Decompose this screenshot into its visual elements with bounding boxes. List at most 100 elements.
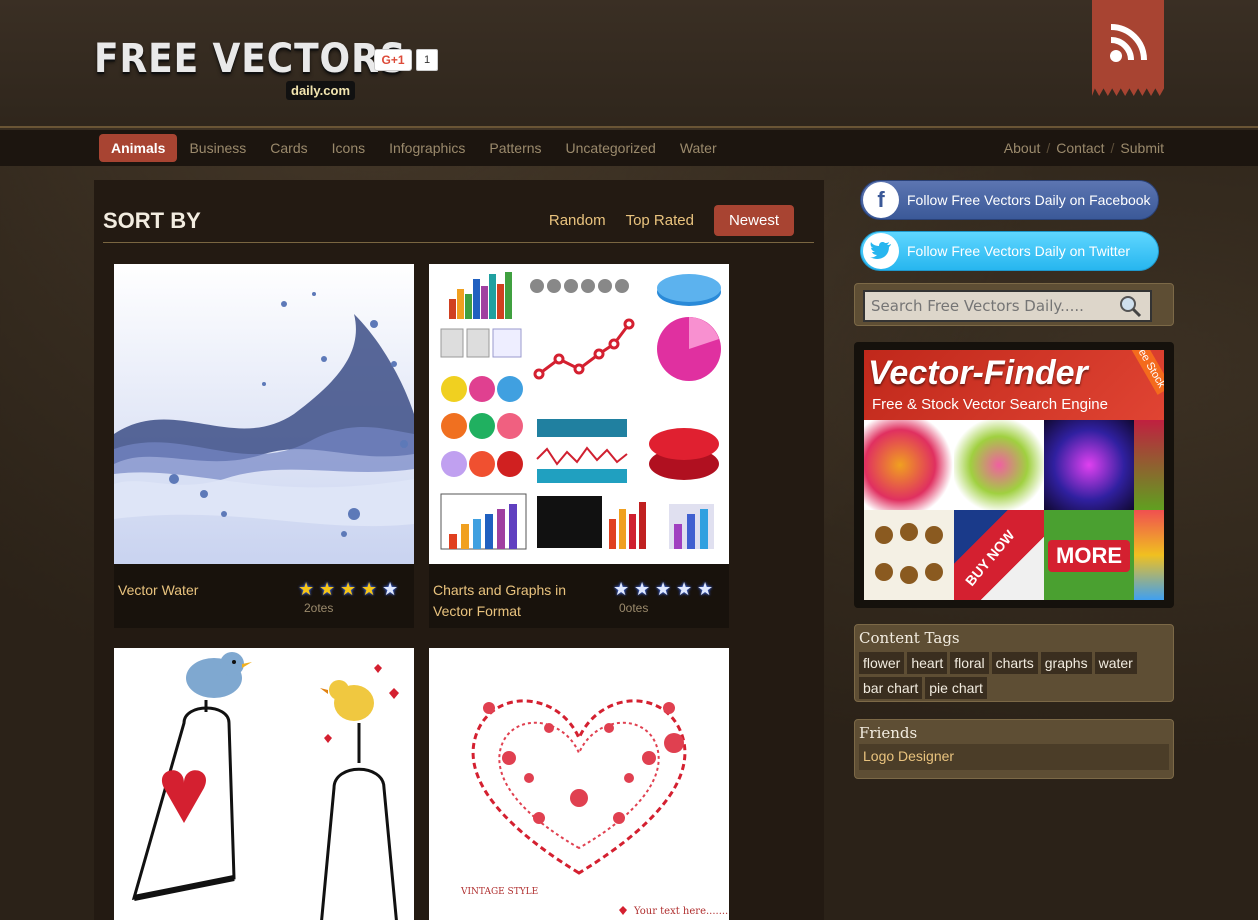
- twitter-follow-label: Follow Free Vectors Daily on Twitter: [907, 243, 1131, 259]
- star-icon[interactable]: ★: [655, 580, 675, 598]
- friends-widget: Friends Logo Designer: [854, 719, 1174, 779]
- nav-item-infographics[interactable]: Infographics: [377, 134, 477, 162]
- card-title[interactable]: Vector Water: [118, 580, 288, 601]
- tag-pie-chart[interactable]: pie chart: [925, 677, 987, 699]
- vector-card[interactable]: [114, 648, 414, 920]
- ad-tile: [864, 420, 954, 510]
- ad-badge: Free Stock: [1126, 350, 1164, 395]
- tag-charts[interactable]: charts: [991, 652, 1038, 674]
- star-rating[interactable]: ★ ★ ★ ★ ★: [298, 580, 403, 598]
- tag-floral[interactable]: floral: [950, 652, 989, 674]
- ad-tile: [1134, 420, 1164, 510]
- twitter-icon: [863, 233, 899, 269]
- tag-flower[interactable]: flower: [859, 652, 905, 674]
- vintage-style-text: VINTAGE STYLE: [460, 887, 538, 897]
- search-widget: [854, 283, 1174, 326]
- sort-random-link[interactable]: Random: [549, 212, 606, 229]
- nav-item-animals[interactable]: Animals: [99, 134, 178, 162]
- card-title[interactable]: Charts and Graphs in Vector Format: [433, 580, 603, 622]
- star-icon[interactable]: ★: [361, 580, 381, 598]
- floral-heart-image: VINTAGE STYLE Your text here........: [429, 648, 729, 920]
- vote-count: 0otes: [619, 601, 649, 615]
- star-icon[interactable]: ★: [697, 580, 717, 598]
- star-icon[interactable]: ★: [634, 580, 654, 598]
- rss-feed-button[interactable]: [1092, 0, 1164, 96]
- nav-item-business[interactable]: Business: [177, 134, 258, 162]
- nav-item-icons[interactable]: Icons: [320, 134, 377, 162]
- about-link[interactable]: About: [1004, 140, 1041, 156]
- water-wave-image: [114, 264, 414, 564]
- ad-tile: [864, 510, 954, 600]
- star-icon[interactable]: ★: [676, 580, 696, 598]
- floral-heart-thumbnail[interactable]: VINTAGE STYLE Your text here........: [429, 648, 729, 920]
- star-icon[interactable]: ★: [613, 580, 633, 598]
- ad-tile: BUY NOW: [954, 510, 1044, 600]
- facebook-icon: f: [863, 182, 899, 218]
- site-header: FREE VECTORS daily.com G+1 1: [0, 0, 1258, 128]
- star-icon[interactable]: ★: [340, 580, 360, 598]
- ad-header: Vector-Finder Free & Stock Vector Search…: [864, 350, 1164, 420]
- sort-newest-button[interactable]: Newest: [713, 205, 794, 236]
- star-rating[interactable]: ★ ★ ★ ★ ★: [613, 580, 718, 598]
- vector-card[interactable]: VINTAGE STYLE Your text here........: [429, 648, 729, 920]
- page-links: About / Contact / Submit: [1004, 140, 1164, 156]
- ad-subtitle: Free & Stock Vector Search Engine: [872, 396, 1108, 413]
- sort-top-rated-link[interactable]: Top Rated: [626, 212, 694, 229]
- submit-link[interactable]: Submit: [1120, 140, 1164, 156]
- sort-by-title: SORT BY: [103, 208, 201, 233]
- vector-water-thumbnail[interactable]: [114, 264, 414, 564]
- ad-more-tile[interactable]: MORE: [1044, 510, 1134, 600]
- star-icon[interactable]: ★: [382, 580, 402, 598]
- friends-title: Friends: [859, 724, 918, 742]
- nav-item-cards[interactable]: Cards: [258, 134, 319, 162]
- star-icon[interactable]: ★: [319, 580, 339, 598]
- divider: [103, 242, 814, 243]
- ad-tile: [954, 420, 1044, 510]
- main-content: SORT BY Random Top Rated Newest Vector W…: [94, 180, 824, 920]
- rss-icon: [1110, 24, 1147, 62]
- star-icon[interactable]: ★: [298, 580, 318, 598]
- tag-graphs[interactable]: graphs: [1040, 652, 1092, 674]
- content-tags-title: Content Tags: [859, 629, 960, 647]
- google-plus-widget[interactable]: G+1 1: [374, 48, 438, 72]
- birds-cages-thumbnail[interactable]: [114, 648, 414, 920]
- main-navigation: Animals Business Cards Icons Infographic…: [0, 130, 1258, 166]
- vote-count: 2otes: [304, 601, 334, 615]
- facebook-follow-button[interactable]: f Follow Free Vectors Daily on Facebook: [860, 180, 1159, 220]
- site-logo-subtitle[interactable]: daily.com: [286, 81, 356, 100]
- tag-water[interactable]: water: [1094, 652, 1137, 674]
- nav-item-uncategorized[interactable]: Uncategorized: [554, 134, 668, 162]
- ad-tile: [1044, 420, 1134, 510]
- nav-item-patterns[interactable]: Patterns: [477, 134, 553, 162]
- nav-separator: /: [1046, 140, 1051, 156]
- vector-card[interactable]: Vector Water ★ ★ ★ ★ ★ 2otes: [114, 264, 414, 628]
- ad-image-grid: BUY NOW MORE: [864, 420, 1164, 600]
- twitter-follow-button[interactable]: Follow Free Vectors Daily on Twitter: [860, 231, 1159, 271]
- google-plus-button[interactable]: G+1: [374, 49, 412, 71]
- search-input[interactable]: [863, 290, 1152, 322]
- bird-cage-image: [114, 648, 414, 920]
- category-menu: Animals Business Cards Icons Infographic…: [99, 134, 729, 162]
- advertisement-box: Vector-Finder Free & Stock Vector Search…: [854, 342, 1174, 608]
- your-text-here: Your text here........: [633, 906, 729, 917]
- ad-tile: [1134, 510, 1164, 600]
- charts-graphs-thumbnail[interactable]: [429, 264, 729, 564]
- tag-bar-chart[interactable]: bar chart: [859, 677, 923, 699]
- sort-options: Random Top Rated Newest: [529, 205, 794, 236]
- contact-link[interactable]: Contact: [1056, 140, 1104, 156]
- ad-title: Vector-Finder: [868, 354, 1088, 392]
- vector-finder-ad[interactable]: Vector-Finder Free & Stock Vector Search…: [864, 350, 1164, 600]
- google-plus-count: 1: [416, 49, 438, 71]
- facebook-follow-label: Follow Free Vectors Daily on Facebook: [907, 192, 1151, 208]
- search-icon[interactable]: [1117, 293, 1143, 319]
- more-button[interactable]: MORE: [1048, 540, 1130, 572]
- content-tags-widget: Content Tags flower heart floral charts …: [854, 624, 1174, 702]
- charts-collage-image: [429, 264, 729, 564]
- nav-item-water[interactable]: Water: [668, 134, 729, 162]
- tag-list: flower heart floral charts graphs water …: [859, 652, 1159, 702]
- tag-heart[interactable]: heart: [907, 652, 948, 674]
- site-logo-title[interactable]: FREE VECTORS: [94, 36, 407, 82]
- buy-now-text: BUY NOW: [961, 527, 1018, 589]
- friend-link-logo-designer[interactable]: Logo Designer: [859, 744, 1169, 770]
- vector-card[interactable]: Charts and Graphs in Vector Format ★ ★ ★…: [429, 264, 729, 628]
